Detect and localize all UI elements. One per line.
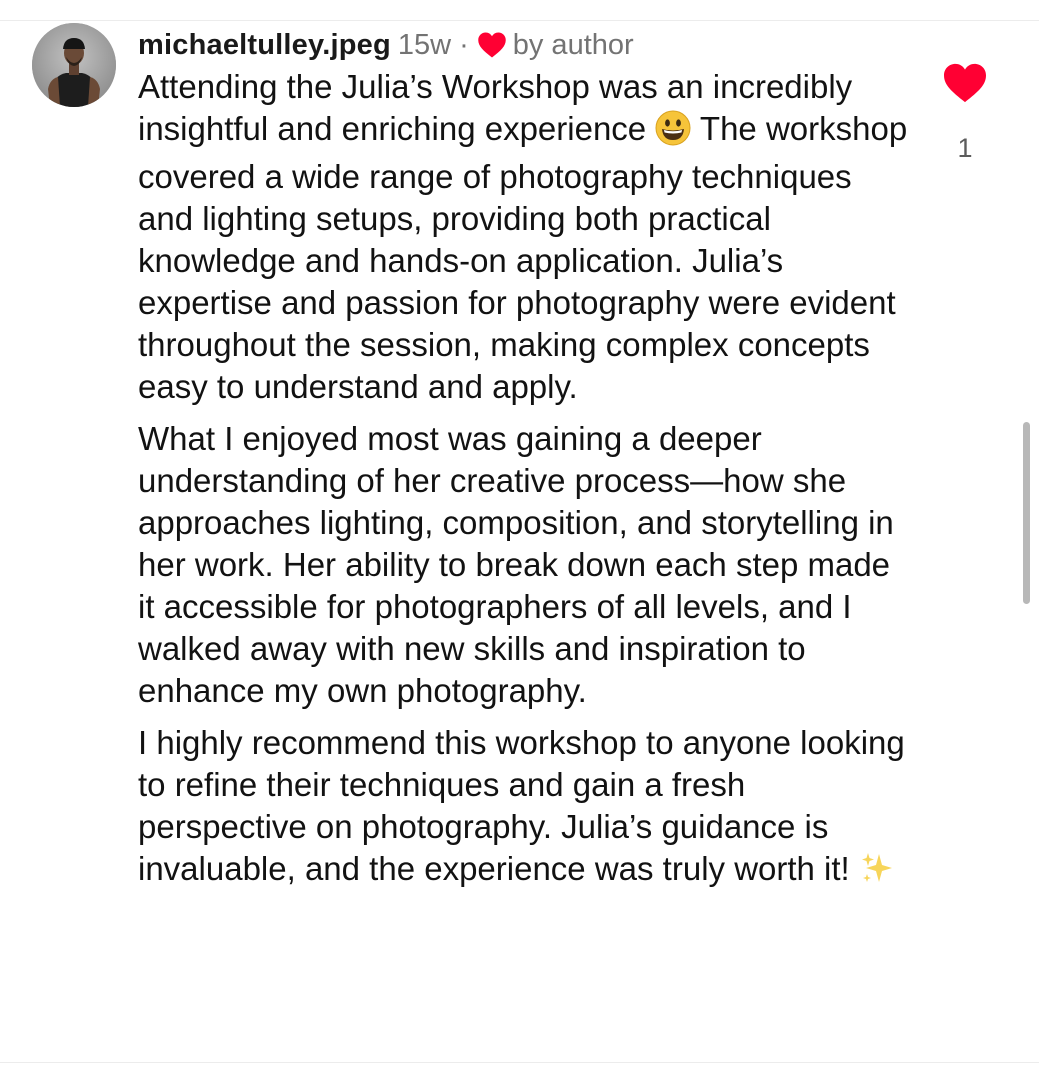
comment-paragraph-1: Attending the Julia’s Workshop was an in…: [138, 66, 908, 408]
avatar[interactable]: [32, 23, 116, 107]
divider-bottom: [0, 1062, 1039, 1063]
avatar-photo: [32, 23, 116, 107]
timestamp: 15w: [397, 28, 452, 61]
comment-content: michaeltulley.jpeg 15w · by author Atten…: [138, 24, 908, 896]
comment-text: Attending the Julia’s Workshop was an in…: [138, 66, 908, 896]
sparkles-emoji: [859, 850, 895, 896]
paragraph-3-text: I highly recommend this workshop to anyo…: [138, 724, 905, 887]
like-count[interactable]: 1: [940, 133, 990, 164]
comment-meta: michaeltulley.jpeg 15w · by author: [138, 24, 908, 66]
heart-icon: [944, 63, 986, 103]
separator-dot: ·: [459, 28, 469, 61]
comment-paragraph-2: What I enjoyed most was gaining a deeper…: [138, 418, 908, 712]
grinning-face-emoji: [655, 110, 691, 156]
author-badge: by author: [512, 28, 634, 61]
comment-paragraph-3: I highly recommend this workshop to anyo…: [138, 722, 908, 896]
username-link[interactable]: michaeltulley.jpeg: [138, 29, 391, 62]
comment: michaeltulley.jpeg 15w · by author Atten…: [0, 0, 1039, 1080]
paragraph-1-text-end: The workshop covered a wide range of pho…: [138, 110, 908, 405]
paragraph-2-text: What I enjoyed most was gaining a deeper…: [138, 420, 894, 709]
like-button[interactable]: [942, 62, 988, 104]
heart-icon: [477, 31, 507, 59]
scrollbar-thumb[interactable]: [1023, 422, 1030, 604]
